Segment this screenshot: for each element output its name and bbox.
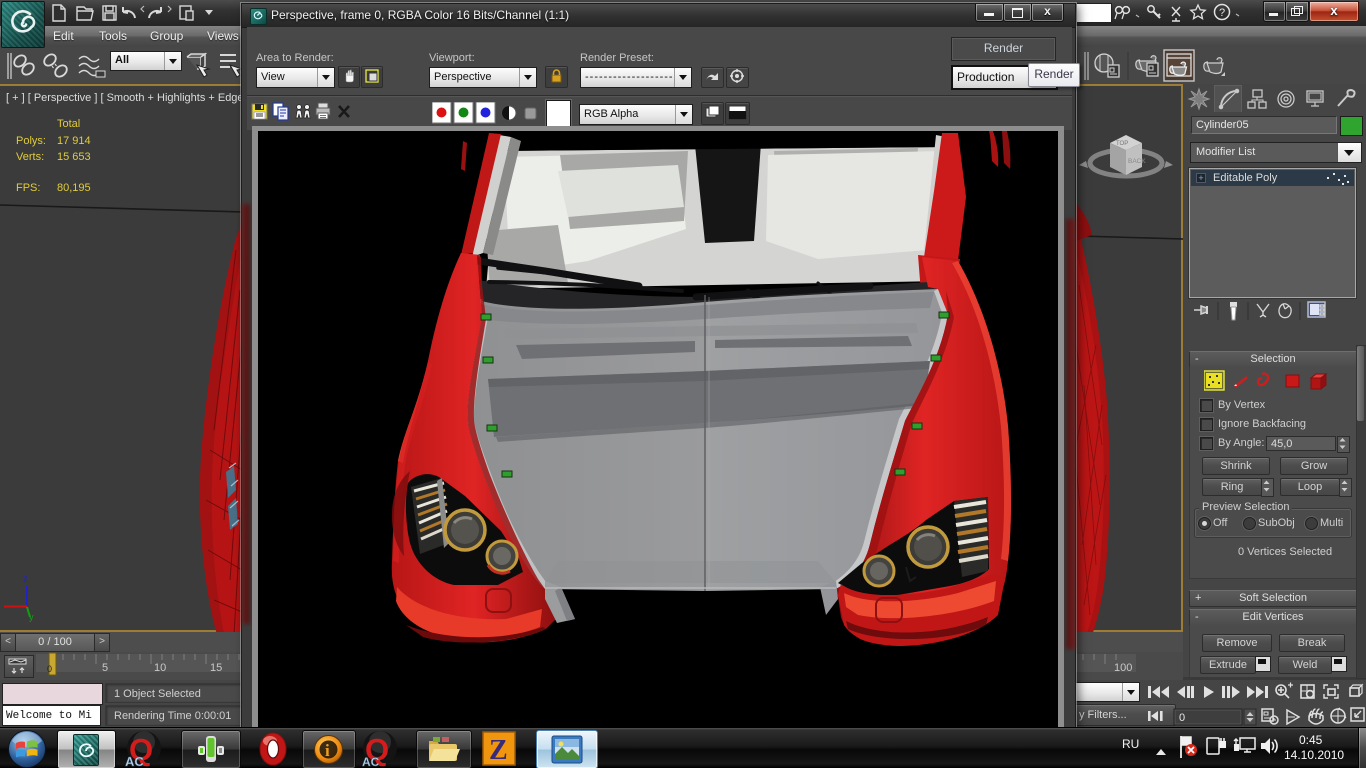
svg-text:BACK: BACK — [1128, 158, 1146, 165]
svg-text:TOP: TOP — [1116, 141, 1128, 147]
svg-text:i: i — [325, 741, 330, 760]
svg-text:Z: Z — [489, 735, 508, 766]
svg-text:0: 0 — [1179, 712, 1185, 724]
svg-text:AC: AC — [125, 754, 144, 768]
svg-text:AC: AC — [362, 755, 380, 768]
svg-text:15: 15 — [210, 662, 222, 674]
svg-text:10: 10 — [154, 662, 166, 674]
svg-text:y: y — [29, 612, 34, 622]
svg-text:?: ? — [1219, 7, 1225, 19]
svg-text:z: z — [23, 574, 28, 585]
svg-text:0: 0 — [47, 664, 52, 674]
svg-text:5: 5 — [102, 662, 108, 674]
svg-text:100: 100 — [1114, 662, 1132, 674]
